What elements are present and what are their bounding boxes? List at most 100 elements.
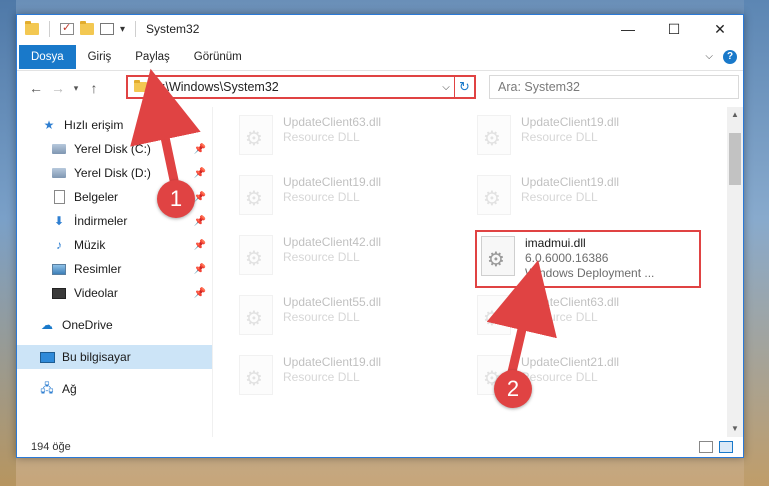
dll-file-icon	[239, 115, 273, 155]
help-icon[interactable]: ?	[723, 49, 737, 64]
ribbon-tabs: Dosya Giriş Paylaş Görünüm ⌵ ?	[17, 43, 743, 71]
disk-icon	[51, 142, 67, 156]
tab-paylas[interactable]: Paylaş	[123, 45, 182, 69]
quick-access-toolbar: ▾	[17, 21, 140, 37]
music-icon: ♪	[56, 238, 62, 252]
file-name: UpdateClient19.dll	[521, 115, 620, 129]
nav-label: Müzik	[74, 238, 106, 252]
file-description: Windows Deployment ...	[525, 266, 655, 280]
file-item[interactable]: UpdateClient19.dll Resource DLL	[477, 175, 707, 225]
maximize-button[interactable]: ☐	[651, 15, 697, 43]
chevron-down-icon[interactable]: ▾	[120, 24, 125, 35]
desktop-background-left	[0, 0, 16, 486]
view-toggle	[699, 441, 743, 453]
file-item[interactable]: UpdateClient19.dll Resource DLL	[239, 175, 469, 225]
dll-file-icon	[477, 175, 511, 215]
nav-item-music[interactable]: ♪ Müzik 📌	[17, 233, 212, 257]
file-type: Resource DLL	[283, 310, 360, 324]
file-name: UpdateClient19.dll	[283, 175, 382, 189]
file-item[interactable]: UpdateClient55.dll Resource DLL	[239, 295, 469, 345]
tab-giris[interactable]: Giriş	[76, 45, 124, 69]
address-path[interactable]: C:\Windows\System32	[153, 80, 438, 94]
nav-item-videos[interactable]: Videolar 📌	[17, 281, 212, 305]
nav-label: Bu bilgisayar	[62, 350, 131, 364]
file-type: Resource DLL	[521, 190, 598, 204]
back-arrow-icon[interactable]: ←	[25, 80, 47, 96]
recent-locations-icon[interactable]: ▾	[69, 83, 83, 94]
details-view-icon[interactable]	[699, 441, 713, 453]
pin-icon: 📌	[193, 239, 206, 251]
dll-file-icon	[239, 355, 273, 395]
file-item[interactable]: UpdateClient63.dll Resource DLL	[477, 295, 707, 345]
tab-dosya[interactable]: Dosya	[19, 44, 76, 69]
nav-item-onedrive[interactable]: ☁ OneDrive	[17, 313, 212, 337]
step-1-badge: 1	[157, 180, 195, 218]
file-item[interactable]: UpdateClient19.dll Resource DLL	[477, 115, 707, 165]
file-name: UpdateClient55.dll	[283, 295, 382, 309]
up-arrow-icon[interactable]: ↑	[83, 80, 105, 96]
chevron-down-icon[interactable]: ⌵	[438, 82, 454, 93]
file-item[interactable]: imadmui.dll 6.0.6000.16386 Windows Deplo…	[481, 236, 711, 286]
tiles-view-icon[interactable]	[719, 441, 733, 453]
pin-icon: 📌	[193, 263, 206, 275]
file-item[interactable]: UpdateClient19.dll Resource DLL	[239, 355, 469, 405]
navigation-pane: ★ Hızlı erişim Yerel Disk (C:) 📌 Yerel D…	[17, 107, 213, 437]
properties-icon[interactable]	[60, 21, 74, 35]
dll-file-icon	[481, 236, 515, 276]
scroll-up-icon[interactable]: ▲	[727, 107, 743, 123]
close-button[interactable]: ✕	[697, 15, 743, 43]
pin-icon: 📌	[193, 167, 206, 179]
document-icon	[51, 190, 67, 204]
forward-arrow-icon[interactable]: →	[47, 80, 69, 96]
pin-icon: 📌	[193, 287, 206, 299]
nav-item-this-pc[interactable]: Bu bilgisayar	[17, 345, 212, 369]
file-name: UpdateClient19.dll	[283, 355, 382, 369]
file-name: imadmui.dll	[525, 236, 586, 250]
desktop-background-right	[744, 0, 769, 486]
status-bar: 194 öğe	[17, 437, 743, 457]
file-name: UpdateClient42.dll	[283, 235, 382, 249]
folder-icon[interactable]	[25, 21, 39, 35]
nav-label: Yerel Disk (C:)	[74, 142, 151, 156]
file-type: Resource DLL	[283, 250, 360, 264]
customize-toolbar-icon[interactable]	[100, 23, 114, 35]
highlighted-file-imadmui[interactable]: imadmui.dll 6.0.6000.16386 Windows Deplo…	[475, 230, 701, 288]
scrollbar-thumb[interactable]	[729, 133, 741, 185]
nav-quick-access[interactable]: ★ Hızlı erişim	[17, 113, 212, 137]
pin-icon: 📌	[193, 215, 206, 227]
file-type: Resource DLL	[521, 370, 598, 384]
file-name: UpdateClient63.dll	[283, 115, 382, 129]
nav-item-network[interactable]: 🖧 Ağ	[17, 377, 212, 401]
nav-item-pictures[interactable]: Resimler 📌	[17, 257, 212, 281]
file-type: Resource DLL	[283, 190, 360, 204]
refresh-icon[interactable]: ↻	[454, 77, 474, 97]
window-title: System32	[146, 22, 200, 36]
expand-ribbon-icon[interactable]: ⌵	[705, 51, 713, 62]
nav-item-disk-c[interactable]: Yerel Disk (C:) 📌	[17, 137, 212, 161]
vertical-scrollbar[interactable]: ▲ ▼	[727, 107, 743, 437]
file-name: UpdateClient21.dll	[521, 355, 620, 369]
nav-label: Resimler	[74, 262, 122, 276]
cloud-icon: ☁	[41, 318, 53, 332]
search-input[interactable]: Ara: System32	[489, 75, 739, 99]
file-item[interactable]: UpdateClient63.dll Resource DLL	[239, 115, 469, 165]
address-bar[interactable]: C:\Windows\System32 ⌵ ↻	[126, 75, 476, 99]
minimize-button[interactable]: —	[605, 15, 651, 43]
item-count: 194 öğe	[31, 441, 71, 453]
new-folder-icon[interactable]	[80, 21, 94, 35]
file-version: 6.0.6000.16386	[525, 251, 609, 265]
ribbon-right-controls: ⌵ ?	[705, 49, 743, 64]
video-icon	[51, 286, 67, 300]
file-name: UpdateClient63.dll	[521, 295, 620, 309]
file-item[interactable]: UpdateClient42.dll Resource DLL	[239, 235, 469, 285]
divider	[49, 21, 50, 37]
nav-label: OneDrive	[62, 318, 113, 332]
folder-icon	[134, 80, 147, 92]
file-type: Resource DLL	[521, 310, 598, 324]
tab-gorunum[interactable]: Görünüm	[182, 45, 254, 69]
file-name: UpdateClient19.dll	[521, 175, 620, 189]
star-icon: ★	[43, 118, 55, 132]
file-type: Resource DLL	[521, 130, 598, 144]
scroll-down-icon[interactable]: ▼	[727, 421, 743, 437]
file-explorer-window: ▾ System32 — ☐ ✕ Dosya Giriş Paylaş Görü…	[16, 14, 744, 458]
